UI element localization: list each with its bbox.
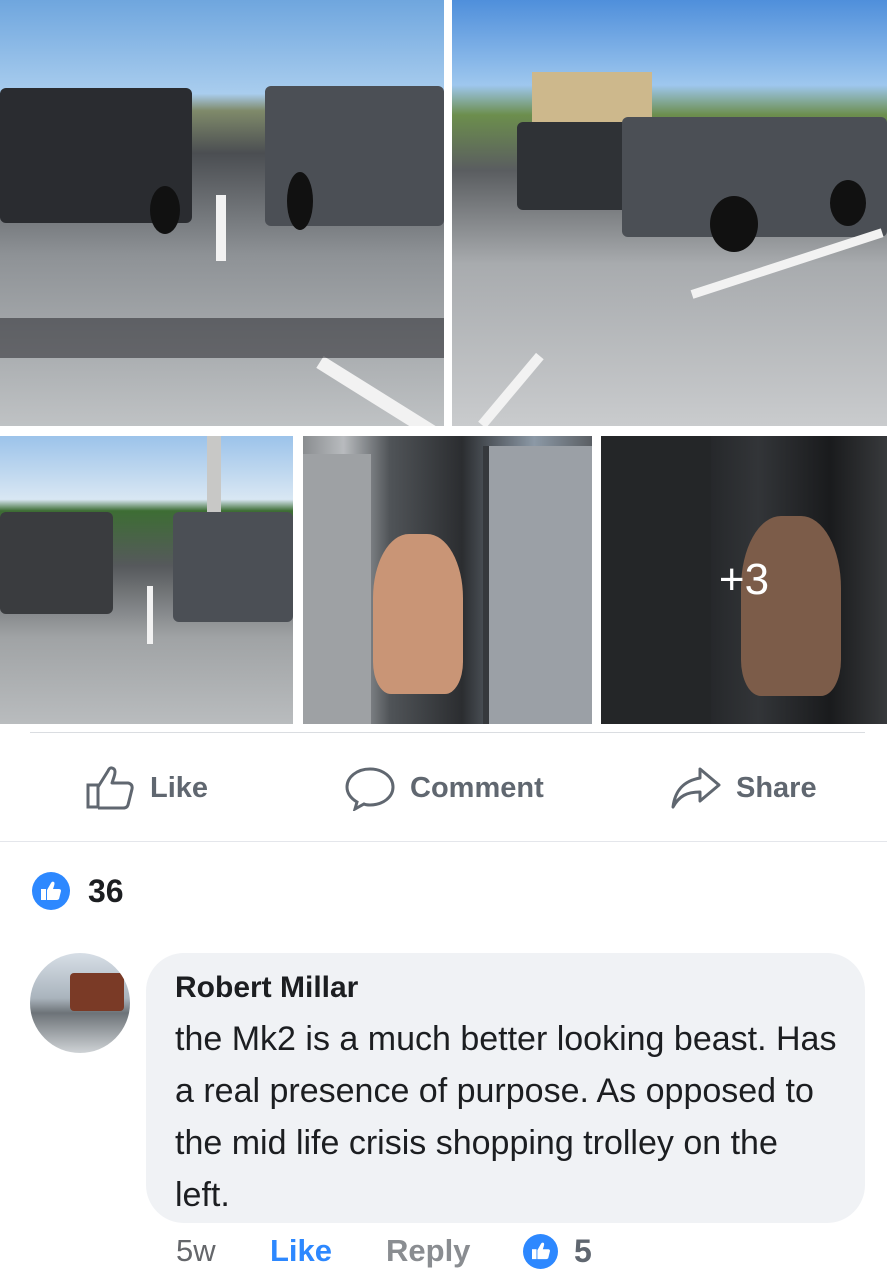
parking-line bbox=[316, 356, 443, 426]
post-photo-3[interactable] bbox=[0, 436, 293, 724]
like-button[interactable]: Like bbox=[86, 760, 208, 816]
wheel-image bbox=[150, 186, 180, 234]
truck-rear-left-image bbox=[0, 512, 113, 614]
comment-button[interactable]: Comment bbox=[344, 760, 544, 816]
comment-like-button[interactable]: Like bbox=[270, 1233, 332, 1269]
comment-bubble: Robert Millar the Mk2 is a much better l… bbox=[146, 953, 865, 1223]
avatar[interactable] bbox=[30, 953, 130, 1053]
more-photos-overlay[interactable]: +3 bbox=[601, 436, 887, 724]
post-photo-2[interactable] bbox=[452, 0, 887, 426]
pole-image bbox=[207, 436, 221, 512]
divider bbox=[0, 841, 887, 842]
avatar-truck-image bbox=[70, 973, 124, 1011]
comment-author[interactable]: Robert Millar bbox=[175, 971, 837, 1005]
share-button[interactable]: Share bbox=[670, 760, 817, 816]
comment-label: Comment bbox=[410, 771, 544, 804]
wheel-image bbox=[710, 196, 758, 252]
door-frame-image bbox=[303, 454, 371, 724]
wheel-image bbox=[830, 180, 866, 226]
comment-time[interactable]: 5w bbox=[176, 1233, 216, 1269]
post-photo-4[interactable] bbox=[303, 436, 592, 724]
reaction-count: 36 bbox=[88, 872, 124, 909]
post-photo-1[interactable] bbox=[0, 0, 444, 426]
reaction-summary[interactable]: 36 bbox=[32, 872, 124, 910]
comment-reactions[interactable]: 5 bbox=[523, 1233, 592, 1270]
like-label: Like bbox=[150, 771, 209, 804]
parking-line bbox=[478, 352, 544, 426]
thumbs-up-icon bbox=[86, 766, 134, 810]
more-photos-count: +3 bbox=[718, 555, 770, 604]
post-photo-5[interactable]: +3 bbox=[601, 436, 887, 724]
truck-rear-right-image bbox=[173, 512, 293, 622]
divider bbox=[30, 732, 865, 733]
parking-line bbox=[216, 195, 226, 261]
wheel-image bbox=[287, 172, 313, 230]
like-reaction-icon bbox=[523, 1233, 558, 1269]
parking-line bbox=[147, 586, 153, 644]
comment-meta: 5w Like Reply 5 bbox=[0, 1228, 887, 1274]
share-label: Share bbox=[736, 771, 817, 804]
comment-reply-button[interactable]: Reply bbox=[386, 1233, 470, 1269]
like-reaction-icon bbox=[32, 872, 70, 910]
comment-reaction-count: 5 bbox=[574, 1232, 592, 1269]
open-door-image bbox=[483, 446, 592, 724]
comment-bubble-icon bbox=[345, 767, 395, 811]
shadow-image bbox=[0, 318, 444, 358]
person-image bbox=[373, 534, 463, 694]
comment-text: the Mk2 is a much better looking beast. … bbox=[175, 1020, 837, 1214]
share-arrow-icon bbox=[671, 767, 721, 809]
